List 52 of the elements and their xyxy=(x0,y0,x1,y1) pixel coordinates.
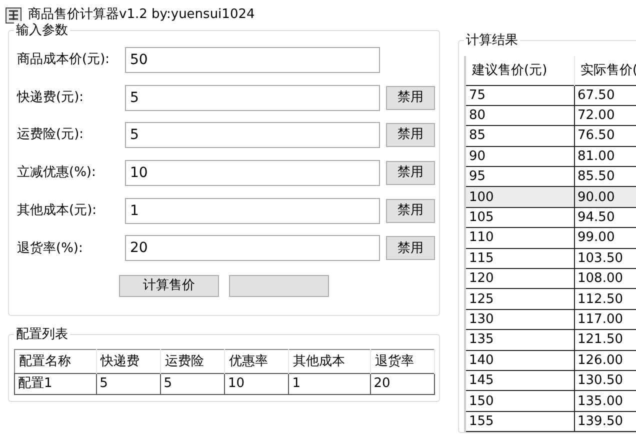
field-label: 其他成本(元): xyxy=(17,202,98,220)
table-cell: 135 xyxy=(465,330,574,350)
column-header[interactable]: 其他成本 xyxy=(288,350,370,374)
table-cell: 155 xyxy=(465,411,574,432)
table-cell: 75 xyxy=(465,85,574,106)
field-label: 退货率(%): xyxy=(17,240,84,258)
column-header[interactable]: 退货率 xyxy=(370,350,434,374)
table-cell: 90.00 xyxy=(574,186,636,208)
table-cell: 5 xyxy=(160,374,224,395)
table-cell: 125 xyxy=(465,288,574,310)
table-cell: 145 xyxy=(465,370,574,391)
column-header[interactable]: 优惠率 xyxy=(224,350,289,374)
input-field[interactable]: 20 xyxy=(125,235,380,262)
table-cell: 140 xyxy=(465,350,574,370)
disable-button[interactable]: 禁用 xyxy=(386,198,435,223)
column-header[interactable]: 配置名称 xyxy=(14,350,96,374)
field-label: 运费险(元): xyxy=(17,126,85,144)
disable-button[interactable]: 禁用 xyxy=(386,160,435,185)
column-header[interactable]: 快递费 xyxy=(96,350,160,374)
field-label: 商品成本价(元): xyxy=(17,51,111,70)
table-cell: 67.50 xyxy=(574,85,636,106)
table-cell: 20 xyxy=(370,374,434,395)
input-field[interactable]: 50 xyxy=(125,46,380,73)
table-cell: 150 xyxy=(465,390,574,412)
table-cell: 110 xyxy=(465,228,574,248)
input-field[interactable]: 5 xyxy=(125,84,380,111)
field-label: 快递费(元): xyxy=(17,88,85,107)
table-cell: 130 xyxy=(465,309,574,330)
field-label: 立减优惠(%): xyxy=(17,164,97,182)
input-field[interactable]: 5 xyxy=(125,122,380,148)
disable-button[interactable]: 禁用 xyxy=(386,123,435,148)
table-cell: 5 xyxy=(96,374,160,395)
column-header[interactable]: 运费险 xyxy=(160,350,224,374)
window-title: 商品售价计算器v1.2 by:yuensui1024 xyxy=(28,6,255,23)
table-cell: 80 xyxy=(465,105,574,126)
table-cell: 配置1 xyxy=(14,374,96,395)
table-cell: 90 xyxy=(465,146,574,167)
table-cell: 120 xyxy=(465,268,574,289)
table-cell: 105 xyxy=(465,207,574,228)
disable-button[interactable]: 禁用 xyxy=(386,86,435,110)
button[interactable] xyxy=(229,275,329,298)
input-field[interactable]: 1 xyxy=(125,198,380,224)
table-cell: 115 xyxy=(465,248,574,269)
table-cell: 100 xyxy=(465,186,574,208)
input-field[interactable]: 10 xyxy=(125,160,380,186)
calculate-button[interactable]: 计算售价 xyxy=(119,275,219,298)
table-cell: 1 xyxy=(288,374,370,395)
disable-button[interactable]: 禁用 xyxy=(386,236,435,260)
table-cell: 85 xyxy=(465,126,574,146)
table-cell: 10 xyxy=(224,374,289,395)
app-icon xyxy=(5,6,22,24)
column-header[interactable]: 建议售价(元) xyxy=(465,56,574,85)
